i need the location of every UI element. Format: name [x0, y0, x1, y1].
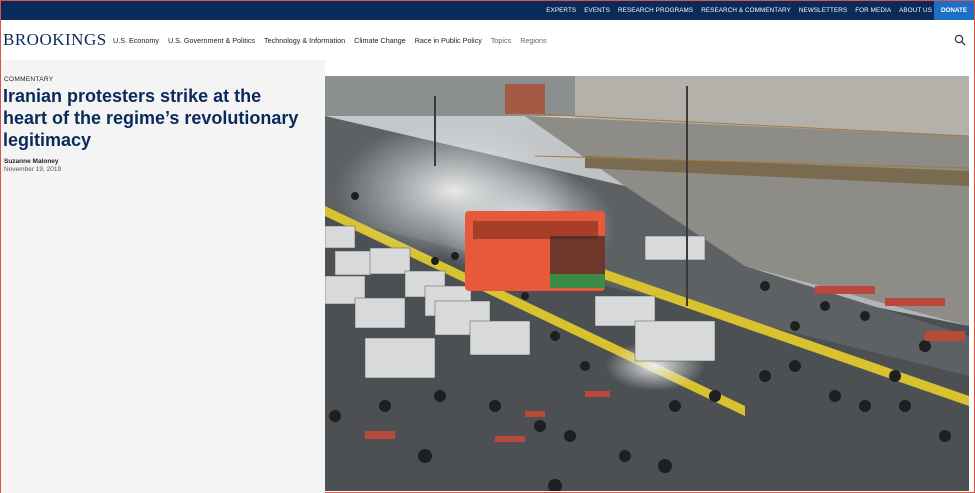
nav-item-us-government-politics[interactable]: U.S. Government & Politics: [168, 36, 255, 45]
donate-button[interactable]: DONATE: [934, 1, 974, 20]
nav-item-us-economy[interactable]: U.S. Economy: [113, 36, 159, 45]
nav-item-race-public-policy[interactable]: Race in Public Policy: [415, 36, 482, 45]
nav-links: U.S. Economy U.S. Government & Politics …: [113, 20, 556, 60]
nav-item-regions[interactable]: Regions: [520, 36, 546, 45]
utility-link-for-media[interactable]: FOR MEDIA: [855, 7, 891, 14]
article-kicker[interactable]: COMMENTARY: [4, 76, 53, 83]
nav-item-topics[interactable]: Topics: [491, 36, 511, 45]
utility-links: EXPERTS EVENTS RESEARCH PROGRAMS RESEARC…: [538, 1, 932, 20]
hero-photo: [325, 76, 969, 491]
article-headline: Iranian protesters strike at the heart o…: [3, 86, 299, 150]
utility-link-newsletters[interactable]: NEWSLETTERS: [799, 7, 847, 14]
utility-link-about-us[interactable]: ABOUT US: [899, 7, 932, 14]
hero-photo-illustration: [325, 76, 969, 491]
utility-link-events[interactable]: EVENTS: [584, 7, 610, 14]
article-author[interactable]: Suzanne Maloney: [4, 158, 59, 165]
utility-link-research-commentary[interactable]: RESEARCH & COMMENTARY: [701, 7, 791, 14]
article-header: COMMENTARY Iranian protesters strike at …: [1, 60, 325, 493]
search-icon[interactable]: [954, 34, 966, 46]
nav-item-climate-change[interactable]: Climate Change: [354, 36, 406, 45]
article-date: November 19, 2019: [4, 166, 62, 173]
utility-bar: EXPERTS EVENTS RESEARCH PROGRAMS RESEARC…: [1, 1, 974, 20]
brookings-logo[interactable]: BROOKINGS: [3, 30, 107, 50]
utility-link-research-programs[interactable]: RESEARCH PROGRAMS: [618, 7, 693, 14]
main-nav: BROOKINGS U.S. Economy U.S. Government &…: [1, 20, 974, 60]
utility-link-experts[interactable]: EXPERTS: [546, 7, 576, 14]
nav-item-technology-information[interactable]: Technology & Information: [264, 36, 345, 45]
